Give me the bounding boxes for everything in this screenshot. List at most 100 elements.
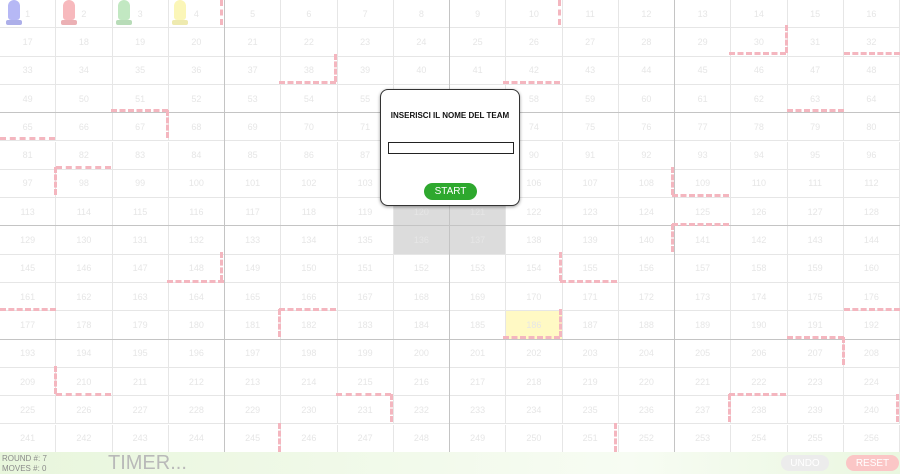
board-cell[interactable]: 47 [787, 56, 844, 85]
board-cell[interactable]: 59 [562, 84, 619, 114]
board-cell[interactable]: 217 [450, 367, 507, 397]
board-cell[interactable]: 245 [225, 424, 282, 452]
board-cell[interactable]: 208 [843, 339, 900, 368]
board-cell[interactable]: 110 [731, 169, 788, 199]
board-cell[interactable]: 185 [450, 311, 507, 340]
board-cell[interactable]: 196 [168, 339, 225, 368]
board-cell[interactable]: 28 [618, 28, 675, 57]
board-cell[interactable]: 34 [56, 56, 113, 85]
board-cell[interactable]: 167 [337, 283, 394, 312]
board-cell[interactable]: 95 [787, 141, 844, 170]
board-cell[interactable]: 207 [787, 339, 844, 368]
board-cell[interactable]: 157 [675, 254, 732, 283]
board-cell[interactable]: 49 [0, 84, 57, 114]
board-cell[interactable]: 204 [618, 339, 675, 368]
board-cell[interactable]: 7 [337, 0, 394, 29]
green-robot[interactable] [116, 0, 132, 25]
board-cell[interactable]: 206 [731, 339, 788, 368]
board-cell[interactable]: 224 [843, 367, 900, 397]
board-cell[interactable]: 52 [168, 84, 225, 114]
board-cell[interactable]: 255 [787, 424, 844, 452]
board-cell[interactable]: 29 [675, 28, 732, 57]
board-cell[interactable]: 228 [168, 396, 225, 425]
board-cell[interactable]: 99 [112, 169, 169, 199]
board-cell[interactable]: 159 [787, 254, 844, 283]
board-cell[interactable]: 61 [675, 84, 732, 114]
board-cell[interactable]: 175 [787, 283, 844, 312]
board-cell[interactable]: 221 [675, 367, 732, 397]
board-cell[interactable]: 19 [112, 28, 169, 57]
board-cell[interactable]: 5 [225, 0, 282, 29]
board-cell[interactable]: 192 [843, 311, 900, 340]
board-cell[interactable]: 44 [618, 56, 675, 85]
board-cell[interactable]: 165 [225, 283, 282, 312]
board-cell[interactable]: 188 [618, 311, 675, 340]
board-cell[interactable]: 15 [787, 0, 844, 29]
board-cell[interactable]: 114 [56, 198, 113, 227]
board-cell[interactable]: 140 [618, 226, 675, 255]
board-cell[interactable]: 151 [337, 254, 394, 283]
board-cell[interactable]: 126 [731, 198, 788, 227]
board-cell[interactable]: 60 [618, 84, 675, 114]
board-cell[interactable]: 68 [168, 113, 225, 142]
board-cell[interactable]: 235 [562, 396, 619, 425]
board-cell[interactable]: 124 [618, 198, 675, 227]
board-cell[interactable]: 67 [112, 113, 169, 142]
board-cell[interactable]: 225 [0, 396, 57, 425]
board-cell[interactable]: 50 [56, 84, 113, 114]
board-cell[interactable]: 142 [731, 226, 788, 255]
blue-robot[interactable] [6, 0, 22, 25]
board-cell[interactable]: 9 [450, 0, 507, 29]
board-cell[interactable]: 216 [393, 367, 450, 397]
board-cell[interactable]: 244 [168, 424, 225, 452]
board-cell[interactable]: 92 [618, 141, 675, 170]
board-cell[interactable]: 234 [506, 396, 563, 425]
board-cell[interactable]: 215 [337, 367, 394, 397]
board-cell[interactable]: 202 [506, 339, 563, 368]
board-cell[interactable]: 197 [225, 339, 282, 368]
board-cell[interactable]: 233 [450, 396, 507, 425]
board-cell[interactable]: 256 [843, 424, 900, 452]
board-cell[interactable]: 190 [731, 311, 788, 340]
board-cell[interactable]: 141 [675, 226, 732, 255]
board-cell[interactable]: 101 [225, 169, 282, 199]
board-cell[interactable]: 10 [506, 0, 563, 29]
board-cell[interactable]: 211 [112, 367, 169, 397]
board-cell[interactable]: 180 [168, 311, 225, 340]
board-cell[interactable]: 205 [675, 339, 732, 368]
start-button[interactable]: START [424, 183, 477, 200]
board-cell[interactable]: 26 [506, 28, 563, 57]
board-cell[interactable]: 173 [675, 283, 732, 312]
board-cell[interactable]: 242 [56, 424, 113, 452]
board-cell[interactable]: 137 [450, 226, 507, 255]
board-cell[interactable]: 254 [731, 424, 788, 452]
board-cell[interactable]: 158 [731, 254, 788, 283]
board-cell[interactable]: 232 [393, 396, 450, 425]
board-cell[interactable]: 203 [562, 339, 619, 368]
board-cell[interactable]: 85 [225, 141, 282, 170]
board-cell[interactable]: 66 [56, 113, 113, 142]
board-cell[interactable]: 193 [0, 339, 57, 368]
board-cell[interactable]: 212 [168, 367, 225, 397]
board-cell[interactable]: 96 [843, 141, 900, 170]
board-cell[interactable]: 195 [112, 339, 169, 368]
board-cell[interactable]: 118 [281, 198, 338, 227]
board-cell[interactable]: 13 [675, 0, 732, 29]
board-cell[interactable]: 146 [56, 254, 113, 283]
board-cell[interactable]: 111 [787, 169, 844, 199]
board-cell[interactable]: 81 [0, 141, 57, 170]
board-cell[interactable]: 75 [562, 113, 619, 142]
board-cell[interactable]: 83 [112, 141, 169, 170]
board-cell[interactable]: 219 [562, 367, 619, 397]
board-cell[interactable]: 43 [562, 56, 619, 85]
board-cell[interactable]: 94 [731, 141, 788, 170]
board-cell[interactable]: 218 [506, 367, 563, 397]
board-cell[interactable]: 220 [618, 367, 675, 397]
board-cell[interactable]: 86 [281, 141, 338, 170]
board-cell[interactable]: 54 [281, 84, 338, 114]
board-cell[interactable]: 93 [675, 141, 732, 170]
board-cell[interactable]: 48 [843, 56, 900, 85]
board-cell[interactable]: 100 [168, 169, 225, 199]
board-cell[interactable]: 237 [675, 396, 732, 425]
board-cell[interactable]: 45 [675, 56, 732, 85]
